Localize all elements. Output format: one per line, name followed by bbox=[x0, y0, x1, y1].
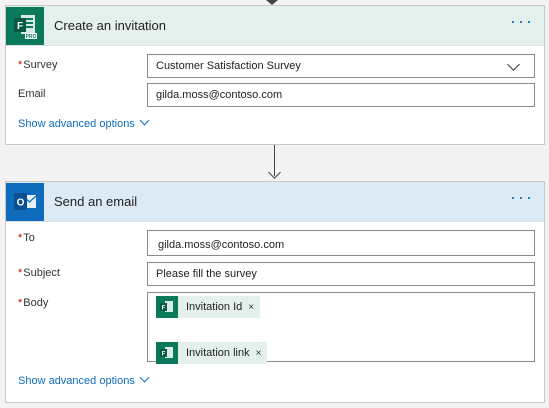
email-value: gilda.moss@contoso.com bbox=[156, 89, 283, 101]
show-advanced-options-link[interactable]: Show advanced options bbox=[18, 115, 150, 130]
send-email-header[interactable]: O Send an email ··· bbox=[6, 182, 544, 222]
survey-row: *Survey Customer Satisfaction Survey bbox=[6, 54, 544, 78]
forms-pro-icon: F bbox=[156, 342, 178, 364]
subject-value: Please fill the survey bbox=[156, 268, 257, 280]
chevron-down-icon bbox=[139, 115, 150, 126]
to-label: *To bbox=[18, 232, 35, 244]
svg-text:O: O bbox=[17, 197, 25, 208]
send-email-card: O Send an email ··· *To gilda.moss@conto… bbox=[5, 181, 545, 403]
arrow-down-icon bbox=[268, 166, 281, 179]
send-email-more-button[interactable]: ··· bbox=[510, 188, 534, 206]
token-label: Invitation Id bbox=[186, 301, 243, 313]
chevron-down-icon bbox=[139, 372, 150, 383]
create-invitation-more-button[interactable]: ··· bbox=[510, 12, 534, 30]
email-row: Email gilda.moss@contoso.com bbox=[6, 83, 544, 107]
subject-field[interactable]: Please fill the survey bbox=[147, 262, 535, 286]
to-value: gilda.moss@contoso.com bbox=[158, 239, 285, 251]
to-row: *To gilda.moss@contoso.com bbox=[6, 230, 544, 256]
email-field[interactable]: gilda.moss@contoso.com bbox=[147, 83, 535, 107]
send-email-title: Send an email bbox=[54, 194, 138, 209]
svg-text:F: F bbox=[162, 352, 166, 358]
create-invitation-card: F PRO Create an invitation ··· *Survey C… bbox=[5, 5, 545, 145]
token-invitation-id[interactable]: F Invitation Id × bbox=[156, 296, 261, 318]
show-advanced-options-link[interactable]: Show advanced options bbox=[18, 372, 150, 387]
remove-token-icon[interactable]: × bbox=[248, 302, 254, 313]
subject-row: *Subject Please fill the survey bbox=[6, 262, 544, 286]
remove-token-icon[interactable]: × bbox=[256, 348, 262, 359]
to-field[interactable]: gilda.moss@contoso.com bbox=[147, 230, 535, 256]
body-label: *Body bbox=[18, 297, 49, 309]
chevron-down-icon bbox=[507, 58, 520, 71]
outlook-icon: O bbox=[6, 182, 44, 221]
token-label: Invitation link bbox=[186, 347, 250, 359]
svg-text:F: F bbox=[17, 21, 23, 32]
body-field[interactable]: F Invitation Id × F Invitation link × bbox=[147, 292, 535, 364]
token-invitation-link[interactable]: F Invitation link × bbox=[156, 342, 268, 364]
create-invitation-title: Create an invitation bbox=[54, 18, 167, 33]
svg-text:F: F bbox=[162, 306, 166, 312]
forms-pro-icon: F PRO bbox=[6, 6, 44, 45]
survey-label: *Survey bbox=[18, 59, 58, 71]
survey-value: Customer Satisfaction Survey bbox=[156, 60, 301, 72]
flow-canvas: F PRO Create an invitation ··· *Survey C… bbox=[0, 0, 549, 408]
subject-label: *Subject bbox=[18, 267, 60, 279]
email-label: Email bbox=[18, 88, 46, 100]
forms-pro-icon: F bbox=[156, 296, 178, 318]
svg-text:PRO: PRO bbox=[26, 34, 37, 40]
create-invitation-header[interactable]: F PRO Create an invitation ··· bbox=[6, 6, 544, 46]
survey-dropdown[interactable]: Customer Satisfaction Survey bbox=[147, 54, 535, 78]
